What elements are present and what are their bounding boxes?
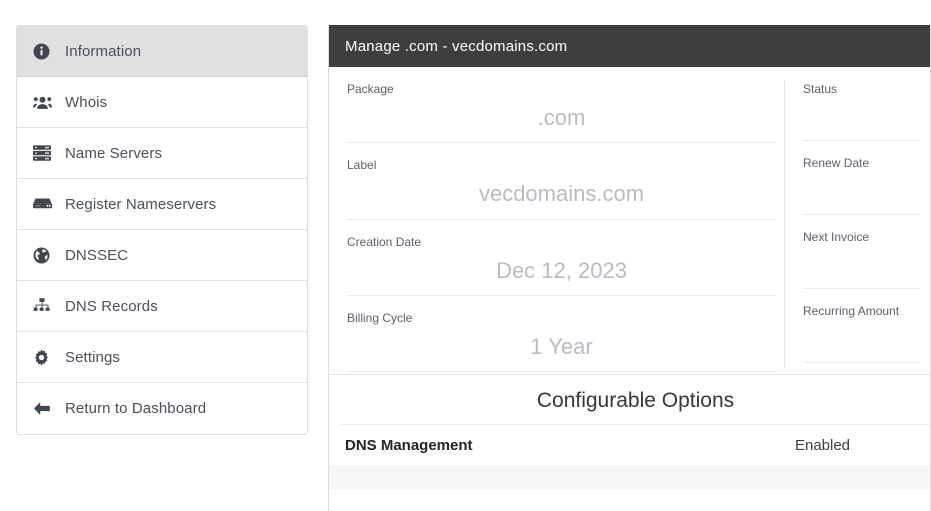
field-label: Status <box>803 82 838 96</box>
server-icon <box>33 145 63 161</box>
table-row-stripe <box>329 467 930 490</box>
sidebar-item-whois[interactable]: Whois <box>17 77 307 128</box>
sidebar-item-label: Information <box>65 42 142 60</box>
field-value <box>803 95 920 140</box>
sidebar-item-label: Return to Dashboard <box>65 400 207 417</box>
sidebar-item-information[interactable]: Information <box>17 26 307 77</box>
field-label: Recurring Amount <box>803 304 900 318</box>
field-renew-date: Renew Date <box>803 141 920 215</box>
field-recurring-amount: Recurring Amount <box>803 289 920 363</box>
details-left-column: Package .com Label vecdomains.com Creati… <box>339 67 784 373</box>
globe-icon <box>33 247 63 264</box>
panel-header: Manage .com - vecdomains.com <box>329 25 930 67</box>
panel-title: Manage .com - vecdomains.com <box>345 37 568 55</box>
arrow-left-icon <box>33 401 63 416</box>
field-value: vecdomains.com <box>478 181 645 207</box>
field-value <box>803 243 920 288</box>
field-creation-date: Creation Date Dec 12, 2023 <box>347 220 776 296</box>
sidebar-item-label: DNSSEC <box>65 246 129 264</box>
field-label: Package <box>347 82 394 96</box>
sidebar-item-name-servers[interactable]: Name Servers <box>17 128 307 179</box>
configurable-option-row: DNS Management Enabled <box>329 425 930 468</box>
sidebar-item-dnssec[interactable]: DNSSEC <box>17 230 307 281</box>
panel-body: Package .com Label vecdomains.com Creati… <box>329 67 930 490</box>
field-billing-cycle: Billing Cycle 1 Year <box>347 296 776 373</box>
sidebar-item-label: Register Nameservers <box>65 195 217 213</box>
domain-manage-panel: Manage .com - vecdomains.com Package .co… <box>328 25 931 511</box>
field-label: Renew Date <box>803 156 870 170</box>
configurable-option-value: Enabled <box>794 437 851 455</box>
sidebar-item-label: DNS Records <box>65 297 158 315</box>
field-value: .com <box>537 105 586 130</box>
field-next-invoice: Next Invoice <box>803 215 920 289</box>
field-label: Label <box>347 158 377 173</box>
sidebar-item-settings[interactable]: Settings <box>17 332 307 383</box>
field-label: Billing Cycle <box>347 310 413 325</box>
sidebar-nav: Information Whois Name Servers Register … <box>16 25 308 435</box>
field-value <box>803 317 920 362</box>
configurable-options-section: Configurable Options DNS Management Enab… <box>329 374 930 490</box>
field-label-name: Label vecdomains.com <box>347 143 776 220</box>
field-label: Next Invoice <box>803 230 870 244</box>
hdd-icon <box>33 197 63 211</box>
field-value: 1 Year <box>530 333 593 359</box>
gear-icon <box>33 348 63 366</box>
page-root: Information Whois Name Servers Register … <box>0 0 931 511</box>
configurable-options-title: Configurable Options <box>341 375 930 426</box>
field-status: Status <box>803 67 920 141</box>
field-package: Package .com <box>347 67 776 144</box>
field-value: Dec 12, 2023 <box>496 257 627 283</box>
sidebar-item-label: Name Servers <box>65 144 163 162</box>
sidebar-item-dns-records[interactable]: DNS Records <box>17 281 307 332</box>
sidebar-item-register-nameservers[interactable]: Register Nameservers <box>17 179 307 230</box>
details-columns: Package .com Label vecdomains.com Creati… <box>329 67 930 373</box>
field-label: Creation Date <box>347 234 422 249</box>
sitemap-icon <box>33 298 63 314</box>
sidebar-item-label: Settings <box>65 348 120 366</box>
sidebar-item-label: Whois <box>65 93 108 111</box>
configurable-option-name: DNS Management <box>345 437 473 455</box>
field-value <box>803 169 920 214</box>
users-icon <box>33 95 63 110</box>
info-circle-icon <box>33 43 63 60</box>
sidebar-item-return-to-dashboard[interactable]: Return to Dashboard <box>17 383 307 434</box>
details-right-column: Status Renew Date Next Invoice Recurring… <box>785 67 920 372</box>
